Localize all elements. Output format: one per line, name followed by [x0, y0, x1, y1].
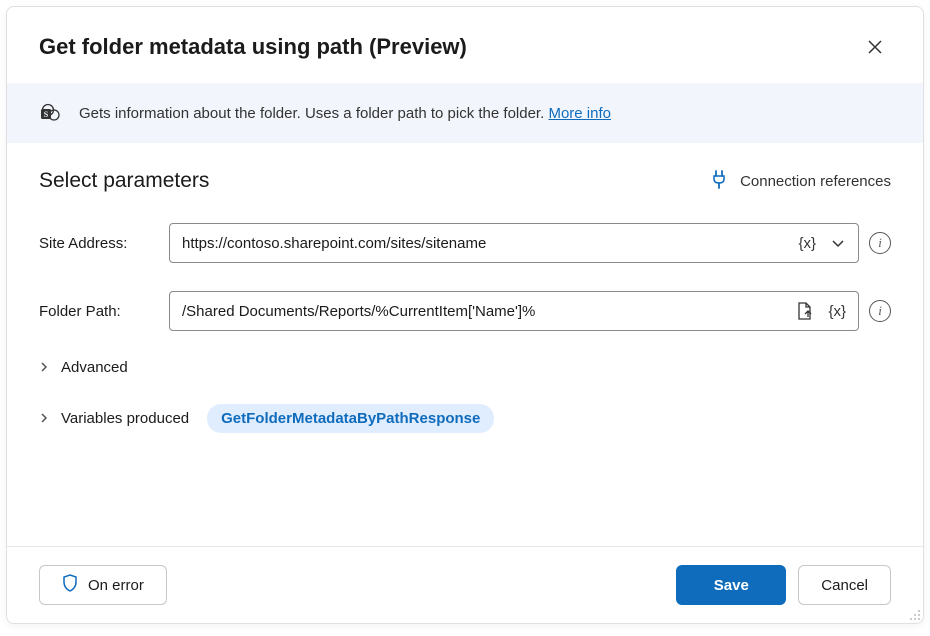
variable-picker-button[interactable]: {x} [824, 295, 850, 327]
footer-right: Save Cancel [676, 565, 891, 605]
variable-token-icon: {x} [828, 303, 846, 320]
shield-icon [62, 574, 78, 596]
variable-token-icon: {x} [798, 235, 816, 252]
variables-produced-label: Variables produced [61, 410, 189, 427]
info-text-container: Gets information about the folder. Uses … [79, 105, 611, 122]
advanced-expander[interactable]: Advanced [39, 359, 891, 376]
folder-path-addons: {x} [792, 295, 850, 327]
info-icon: i [878, 235, 882, 251]
advanced-label: Advanced [61, 359, 128, 376]
section-header: Select parameters Connection references [39, 169, 891, 193]
folder-path-row: Folder Path: {x} [39, 291, 891, 331]
cancel-label: Cancel [821, 577, 868, 594]
variables-produced-expander[interactable]: Variables produced GetFolderMetadataByPa… [39, 404, 891, 433]
chevron-right-icon [39, 361, 53, 375]
on-error-label: On error [88, 577, 144, 594]
save-label: Save [714, 577, 749, 594]
folder-path-input[interactable] [182, 303, 792, 320]
plug-icon [710, 169, 728, 193]
variable-badge[interactable]: GetFolderMetadataByPathResponse [207, 404, 494, 433]
dialog-footer: On error Save Cancel [7, 546, 923, 623]
connection-references-button[interactable]: Connection references [710, 169, 891, 193]
connection-references-label: Connection references [740, 173, 891, 190]
footer-left: On error [39, 565, 167, 605]
close-icon [867, 39, 883, 55]
chevron-right-icon [39, 412, 53, 426]
dropdown-button[interactable] [826, 227, 850, 259]
folder-path-input-wrap: {x} [169, 291, 859, 331]
dialog-content: Select parameters Connection references … [7, 143, 923, 546]
site-address-info-button[interactable]: i [869, 232, 891, 254]
variable-picker-button[interactable]: {x} [794, 227, 820, 259]
sharepoint-icon: S [39, 101, 63, 125]
site-address-input-wrap: {x} [169, 223, 859, 263]
site-address-label: Site Address: [39, 235, 159, 252]
svg-text:S: S [44, 110, 49, 119]
chevron-down-icon [830, 235, 846, 251]
site-address-row: Site Address: {x} i [39, 223, 891, 263]
dialog-title: Get folder metadata using path (Preview) [39, 34, 467, 60]
more-info-link[interactable]: More info [548, 105, 611, 122]
file-select-icon [796, 301, 814, 321]
site-address-input[interactable] [182, 235, 794, 252]
dialog-header: Get folder metadata using path (Preview) [7, 7, 923, 83]
on-error-button[interactable]: On error [39, 565, 167, 605]
resize-grip-icon [907, 607, 921, 621]
cancel-button[interactable]: Cancel [798, 565, 891, 605]
info-bar: S Gets information about the folder. Use… [7, 83, 923, 143]
dialog-panel: Get folder metadata using path (Preview)… [6, 6, 924, 624]
file-picker-button[interactable] [792, 295, 818, 327]
info-text: Gets information about the folder. Uses … [79, 105, 548, 122]
info-icon: i [878, 303, 882, 319]
folder-path-label: Folder Path: [39, 303, 159, 320]
folder-path-info-button[interactable]: i [869, 300, 891, 322]
site-address-addons: {x} [794, 227, 850, 259]
close-button[interactable] [859, 31, 891, 63]
save-button[interactable]: Save [676, 565, 786, 605]
section-title: Select parameters [39, 169, 209, 193]
